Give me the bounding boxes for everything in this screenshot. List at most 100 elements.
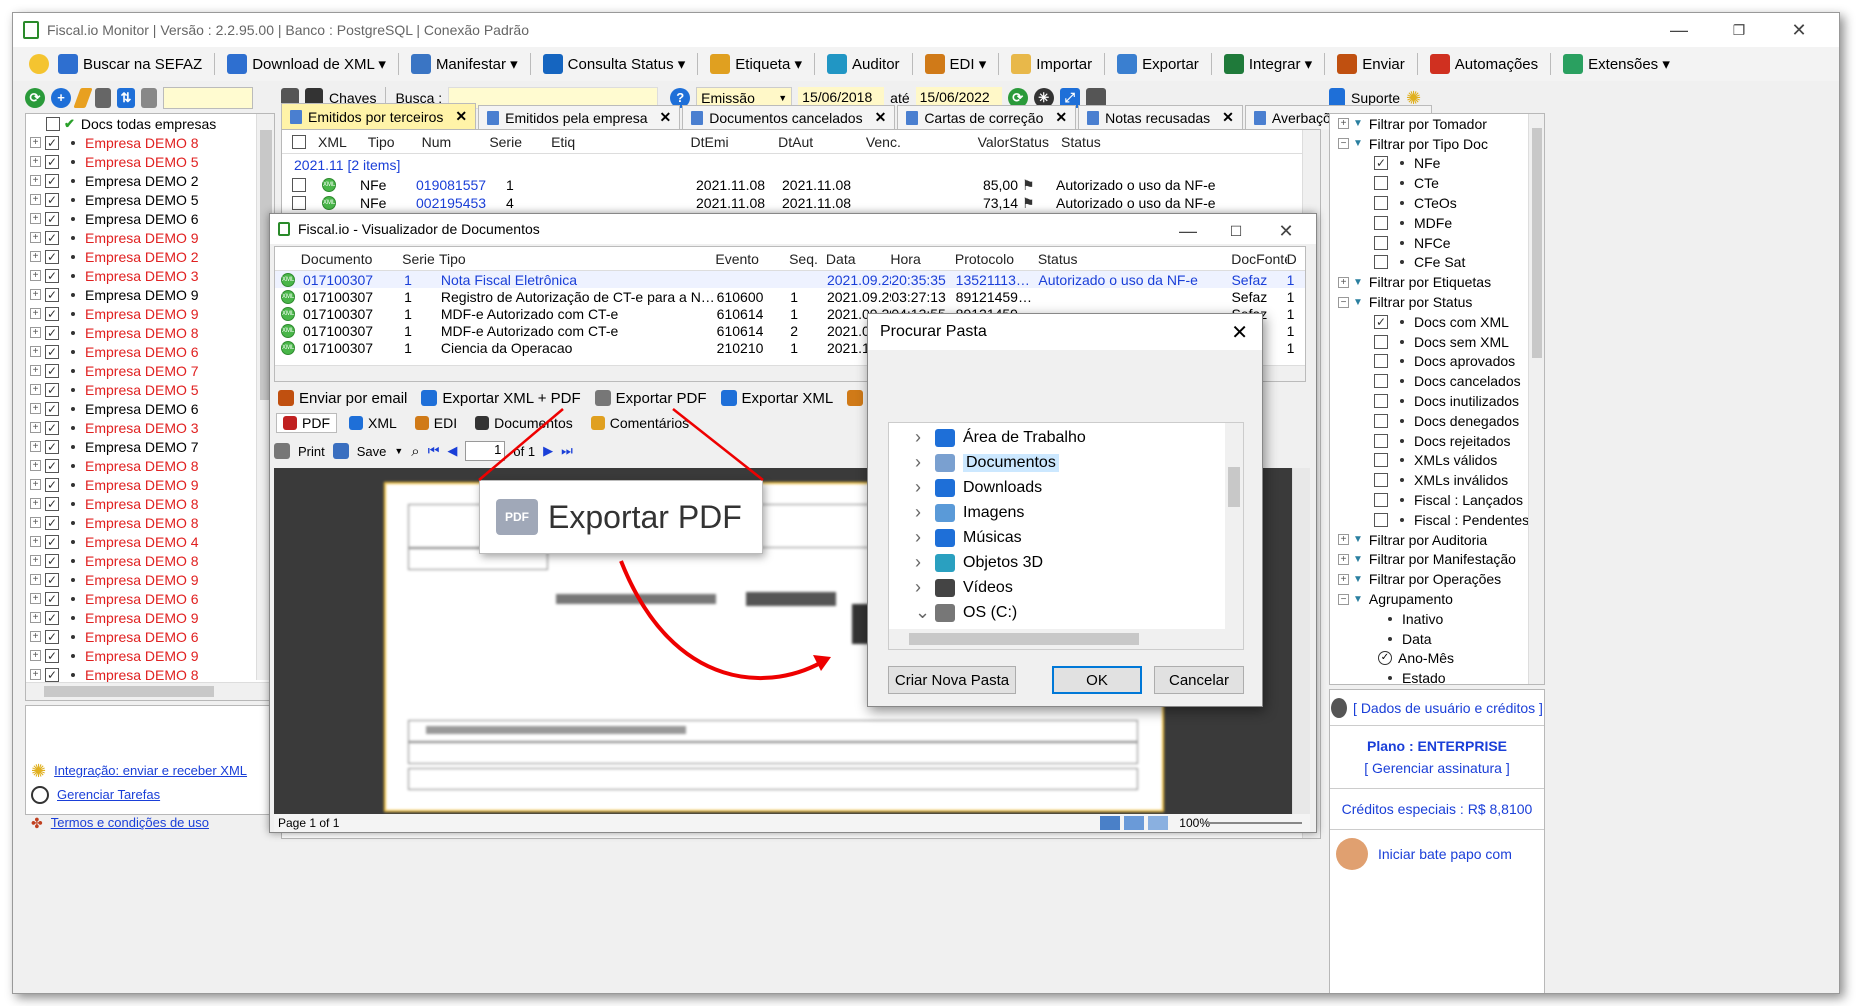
tab-close-icon[interactable]: ✕ bbox=[1222, 109, 1234, 126]
chevron-icon[interactable]: › bbox=[915, 502, 935, 523]
expand-icon[interactable]: + bbox=[30, 669, 41, 680]
zoom-slider[interactable] bbox=[1202, 822, 1302, 824]
support-label[interactable]: Suporte bbox=[1351, 90, 1400, 106]
expand-icon[interactable]: + bbox=[30, 555, 41, 566]
grid-column-header[interactable]: Serie bbox=[489, 134, 551, 150]
viewer-subtab-1[interactable]: XML bbox=[343, 414, 403, 432]
filter-item[interactable]: CFe Sat bbox=[1338, 253, 1528, 273]
manage-subscription-link[interactable]: [ Gerenciar assinatura ] bbox=[1330, 760, 1544, 776]
viewer-action-0[interactable]: Enviar por email bbox=[278, 390, 407, 407]
expand-icon[interactable]: + bbox=[1338, 118, 1349, 130]
filter-item[interactable]: ✓ Ano-Mês bbox=[1338, 649, 1528, 669]
company-item[interactable]: + ✓ Empresa DEMO 8 bbox=[30, 494, 256, 513]
filter-item[interactable]: + ▼ Filtrar por Operações bbox=[1338, 569, 1528, 589]
tab-4[interactable]: Notas recusadas ✕ bbox=[1078, 105, 1243, 129]
grid-column-header[interactable]: Tipo bbox=[368, 134, 422, 150]
tab-close-icon[interactable]: ✕ bbox=[875, 109, 887, 126]
minimize-button[interactable]: — bbox=[1649, 13, 1709, 47]
filter-item[interactable]: Inativo bbox=[1338, 609, 1528, 629]
save-button[interactable]: Save bbox=[357, 444, 387, 459]
expand-icon[interactable]: + bbox=[30, 650, 41, 661]
expand-icon[interactable]: + bbox=[1338, 573, 1349, 585]
filter-checkbox[interactable] bbox=[1374, 334, 1388, 349]
find-icon[interactable]: ⌕ bbox=[411, 443, 419, 460]
fit-page-icon[interactable] bbox=[1100, 816, 1120, 830]
company-item[interactable]: + ✓ Empresa DEMO 9 bbox=[30, 646, 256, 665]
events-column-header[interactable]: Status bbox=[1038, 251, 1231, 267]
expand-icon[interactable]: + bbox=[30, 346, 41, 357]
manage-tasks-link[interactable]: Gerenciar Tarefas bbox=[57, 783, 160, 807]
filter-item[interactable]: + ▼ Filtrar por Etiquetas bbox=[1338, 272, 1528, 292]
filter-checkbox[interactable]: ✓ bbox=[1374, 156, 1388, 171]
expand-icon[interactable]: + bbox=[30, 631, 41, 642]
expand-icon[interactable]: − bbox=[1338, 296, 1349, 308]
filter-item[interactable]: − ▼ Filtrar por Status bbox=[1338, 292, 1528, 312]
company-checkbox[interactable]: ✓ bbox=[45, 268, 59, 283]
company-item[interactable]: + ✓ Empresa DEMO 8 bbox=[30, 133, 256, 152]
company-item[interactable]: + ✓ Empresa DEMO 2 bbox=[30, 171, 256, 190]
viewer-subtab-4[interactable]: Comentários bbox=[585, 414, 695, 432]
user-credits-link[interactable]: [ Dados de usuário e créditos ] bbox=[1353, 700, 1543, 716]
events-column-header[interactable]: Protocolo bbox=[955, 251, 1038, 267]
filter-checkbox[interactable]: ✓ bbox=[1374, 314, 1388, 329]
cancel-button[interactable]: Cancelar bbox=[1154, 666, 1244, 694]
viewer-maximize-button[interactable]: ☐ bbox=[1212, 214, 1260, 248]
prev-page-icon[interactable]: ◀ bbox=[447, 443, 457, 459]
filter-item[interactable]: + ▼ Filtrar por Manifestação bbox=[1338, 550, 1528, 570]
folder-item[interactable]: › Downloads bbox=[889, 475, 1225, 500]
company-item[interactable]: + ✓ Empresa DEMO 9 bbox=[30, 228, 256, 247]
group-row[interactable]: 2021.11 [2 items] bbox=[282, 154, 1320, 176]
expand-icon[interactable]: + bbox=[30, 232, 41, 243]
expand-icon[interactable]: + bbox=[1338, 534, 1349, 546]
company-checkbox[interactable]: ✓ bbox=[45, 173, 59, 188]
page-number-input[interactable]: 1 bbox=[465, 441, 506, 461]
toolbar-button-7[interactable]: Importar bbox=[1006, 52, 1097, 76]
filter-checkbox[interactable] bbox=[1374, 374, 1388, 389]
company-tree-hscroll[interactable] bbox=[26, 682, 274, 700]
company-checkbox[interactable]: ✓ bbox=[45, 439, 59, 454]
toolbar-button-3[interactable]: Consulta Status ▾ bbox=[538, 52, 691, 76]
toolbar-button-6[interactable]: EDI ▾ bbox=[920, 52, 992, 76]
company-checkbox[interactable]: ✓ bbox=[45, 363, 59, 378]
select-all-checkbox[interactable] bbox=[292, 134, 306, 149]
events-column-header[interactable]: D bbox=[1287, 251, 1305, 267]
print-icon[interactable] bbox=[274, 443, 290, 459]
filter-scrollbar[interactable] bbox=[1528, 114, 1544, 684]
company-checkbox[interactable]: ✓ bbox=[45, 629, 59, 644]
chevron-icon[interactable]: › bbox=[915, 577, 935, 598]
company-checkbox[interactable]: ✓ bbox=[45, 610, 59, 625]
filter-item[interactable]: MDFe bbox=[1338, 213, 1528, 233]
viewer-close-button[interactable]: ✕ bbox=[1262, 214, 1310, 248]
expand-icon[interactable]: + bbox=[30, 498, 41, 509]
expand-icon[interactable]: + bbox=[30, 460, 41, 471]
filter-item[interactable]: Docs aprovados bbox=[1338, 352, 1528, 372]
edit-pencil-icon[interactable] bbox=[73, 88, 93, 108]
event-row[interactable]: XML 017100307 1 Nota Fiscal Eletrônica 2021.… bbox=[275, 271, 1305, 288]
filter-item[interactable]: ✓ Docs com XML bbox=[1338, 312, 1528, 332]
folder-item[interactable]: › Objetos 3D bbox=[889, 550, 1225, 575]
expand-icon[interactable]: + bbox=[30, 479, 41, 490]
grid-column-header[interactable]: DtAut bbox=[778, 134, 866, 150]
chevron-icon[interactable]: ⌄ bbox=[915, 602, 935, 623]
filter-checkbox[interactable] bbox=[1374, 215, 1388, 230]
filter-item[interactable]: XMLs válidos bbox=[1338, 451, 1528, 471]
events-column-header[interactable]: Serie bbox=[402, 251, 439, 267]
filter-checkbox[interactable] bbox=[1374, 512, 1388, 527]
viewer-subtab-0[interactable]: PDF bbox=[276, 413, 337, 433]
tab-close-icon[interactable]: ✕ bbox=[1055, 109, 1067, 126]
company-item[interactable]: + ✓ Empresa DEMO 4 bbox=[30, 532, 256, 551]
expand-icon[interactable]: + bbox=[30, 137, 41, 148]
toolbar-button-5[interactable]: Auditor bbox=[822, 52, 905, 76]
delete-trash-icon[interactable] bbox=[95, 88, 111, 108]
tab-2[interactable]: Documentos cancelados ✕ bbox=[682, 105, 896, 129]
expand-icon[interactable]: + bbox=[30, 175, 41, 186]
expand-icon[interactable]: + bbox=[30, 270, 41, 281]
company-checkbox[interactable]: ✓ bbox=[45, 211, 59, 226]
company-item[interactable]: + ✓ Empresa DEMO 5 bbox=[30, 190, 256, 209]
toolbar-button-11[interactable]: Automações bbox=[1425, 52, 1543, 76]
folder-item[interactable]: › Documentos bbox=[889, 450, 1225, 475]
expand-icon[interactable]: + bbox=[30, 384, 41, 395]
filter-checkbox[interactable] bbox=[1374, 176, 1388, 191]
company-checkbox[interactable]: ✓ bbox=[45, 553, 59, 568]
company-checkbox[interactable]: ✓ bbox=[45, 667, 59, 682]
